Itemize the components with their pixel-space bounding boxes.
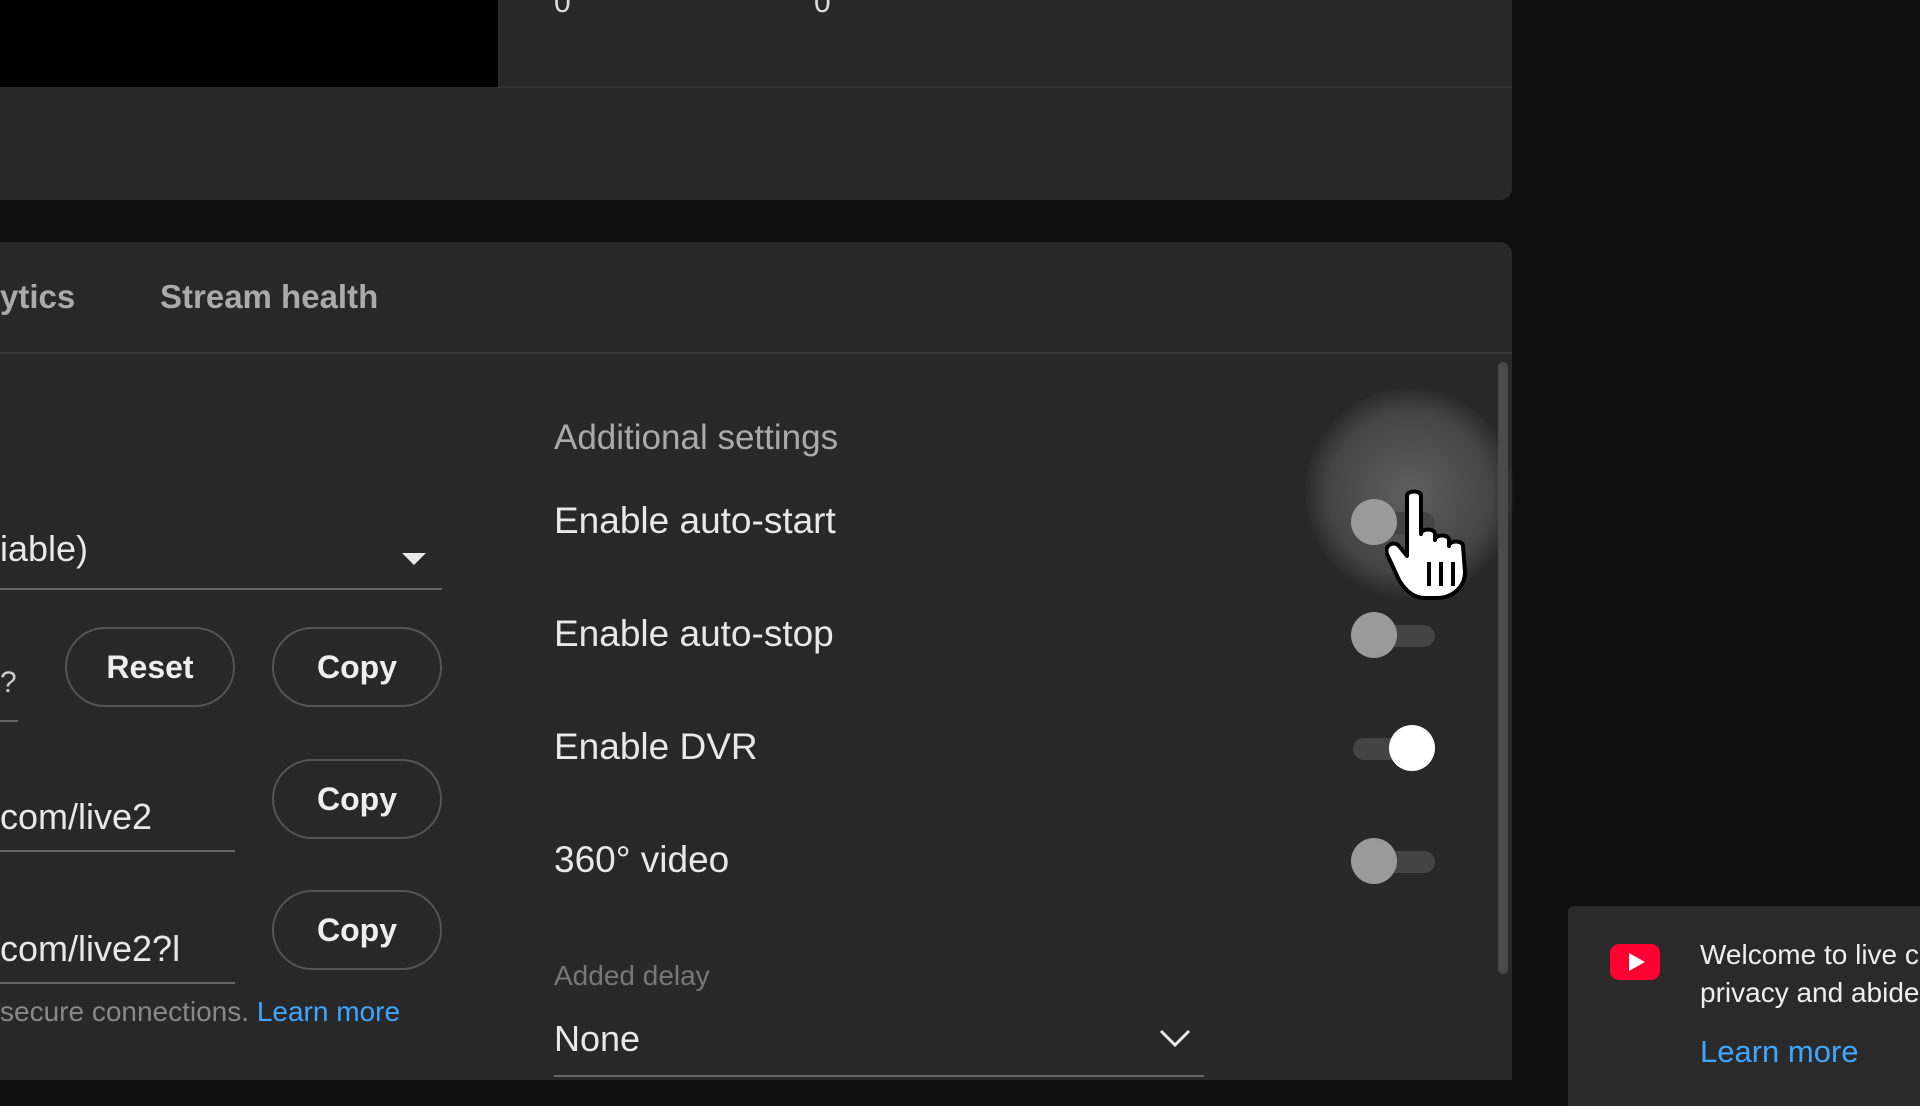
chevron-down-icon <box>1159 1029 1191 1048</box>
analytics-card: 0 0 <box>0 0 1512 200</box>
reset-button[interactable]: Reset <box>65 627 235 707</box>
toast-learn-more-link[interactable]: Learn more <box>1700 1034 1859 1070</box>
toggle-knob <box>1351 838 1397 884</box>
auto-stop-toggle[interactable] <box>1351 610 1437 660</box>
toast-line: privacy and abide <box>1700 977 1920 1008</box>
divider <box>498 86 1512 88</box>
field-underline <box>0 850 235 852</box>
dvr-toggle[interactable] <box>1351 723 1437 773</box>
toast-line: Welcome to live c <box>1700 939 1919 970</box>
welcome-toast: Welcome to live c privacy and abide Lear… <box>1568 906 1920 1106</box>
dvr-label: Enable DVR <box>554 726 758 767</box>
backup-url-field[interactable]: com/live2?l <box>0 928 180 970</box>
hint-text: secure connections. <box>0 996 250 1027</box>
tab-stream-health[interactable]: Stream health <box>160 278 378 316</box>
secure-connection-hint: secure connections. Learn more <box>0 996 400 1028</box>
copy-stream-key-button[interactable]: Copy <box>272 627 442 707</box>
field-underline <box>0 982 235 984</box>
stat-value: 0 <box>814 0 831 19</box>
dropdown-value: iable) <box>0 528 89 569</box>
scrollbar[interactable] <box>1498 362 1508 974</box>
auto-stop-label: Enable auto-stop <box>554 613 834 654</box>
360-video-label: 360° video <box>554 839 730 880</box>
stream-key-field[interactable]: ? <box>0 666 17 700</box>
360-video-toggle[interactable] <box>1351 836 1437 886</box>
additional-settings-title: Additional settings <box>554 418 839 457</box>
copy-stream-url-button[interactable]: Copy <box>272 759 442 839</box>
hand-pointer-icon <box>1385 489 1467 600</box>
stream-url-field[interactable]: com/live2 <box>0 796 152 838</box>
added-delay-label: Added delay <box>554 960 710 991</box>
youtube-logo-icon <box>1610 944 1660 980</box>
auto-start-label: Enable auto-start <box>554 500 836 541</box>
caret-down-icon <box>402 553 426 565</box>
tab-analytics[interactable]: ytics <box>0 278 75 316</box>
tabs-divider <box>0 352 1512 354</box>
field-underline <box>0 720 18 722</box>
toggle-knob <box>1351 612 1397 658</box>
stream-settings-card: ytics Stream health iable) ? Reset Copy … <box>0 242 1515 1080</box>
delay-underline <box>554 1075 1204 1077</box>
added-delay-value: None <box>554 1018 641 1059</box>
copy-backup-url-button[interactable]: Copy <box>272 890 442 970</box>
learn-more-link[interactable]: Learn more <box>257 996 400 1027</box>
video-preview <box>0 0 498 87</box>
stat-value: 0 <box>554 0 571 19</box>
toast-message: Welcome to live c privacy and abide <box>1700 936 1919 1012</box>
toggle-knob <box>1389 725 1435 771</box>
dropdown-underline <box>0 588 442 590</box>
